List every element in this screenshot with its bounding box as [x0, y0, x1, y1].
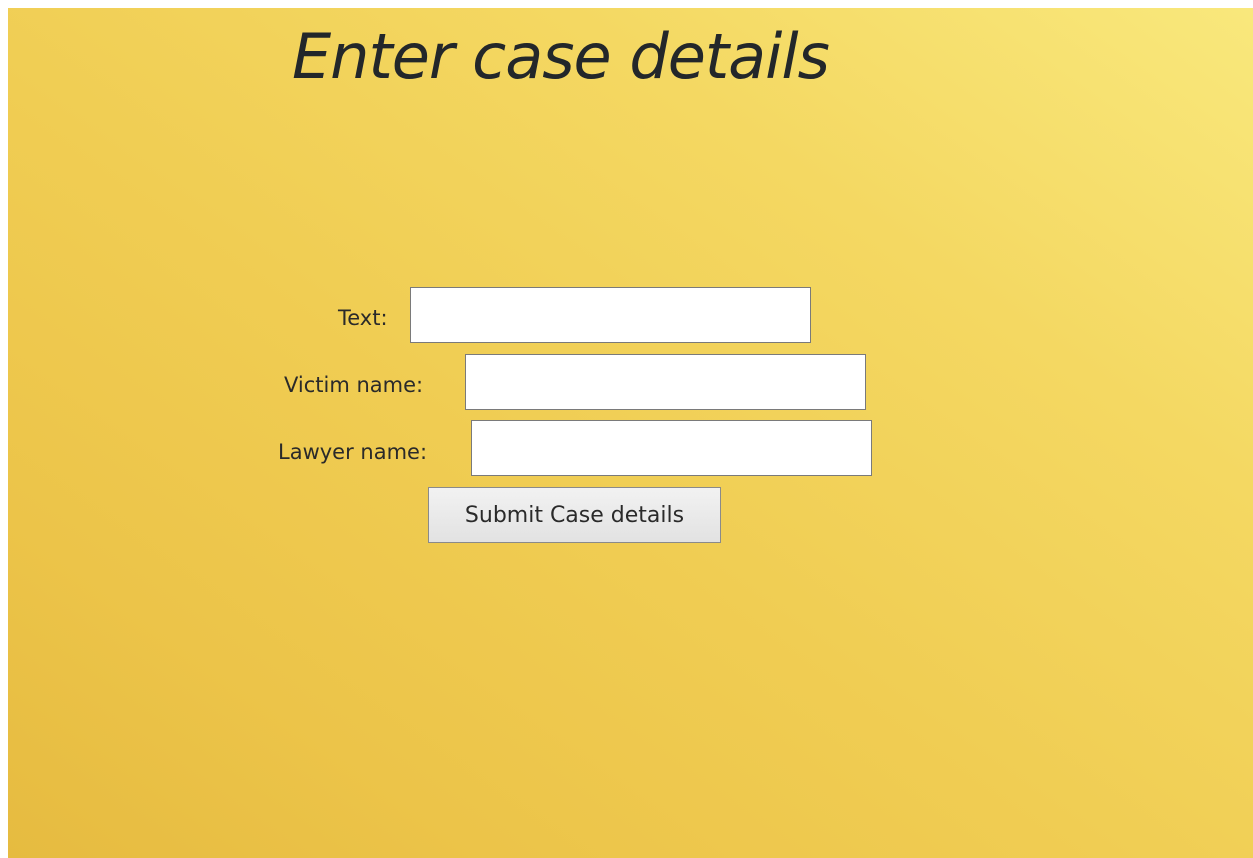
lawyer-name-input[interactable] [471, 420, 872, 476]
case-details-page: Enter case details Text: Victim name: La… [8, 8, 1253, 858]
victim-name-label: Victim name: [284, 373, 424, 397]
lawyer-name-label: Lawyer name: [278, 440, 428, 464]
submit-case-details-button[interactable]: Submit Case details [428, 487, 721, 543]
page-title: Enter case details [292, 20, 830, 93]
text-label: Text: [338, 306, 388, 330]
victim-name-input[interactable] [465, 354, 866, 410]
text-input[interactable] [410, 287, 811, 343]
